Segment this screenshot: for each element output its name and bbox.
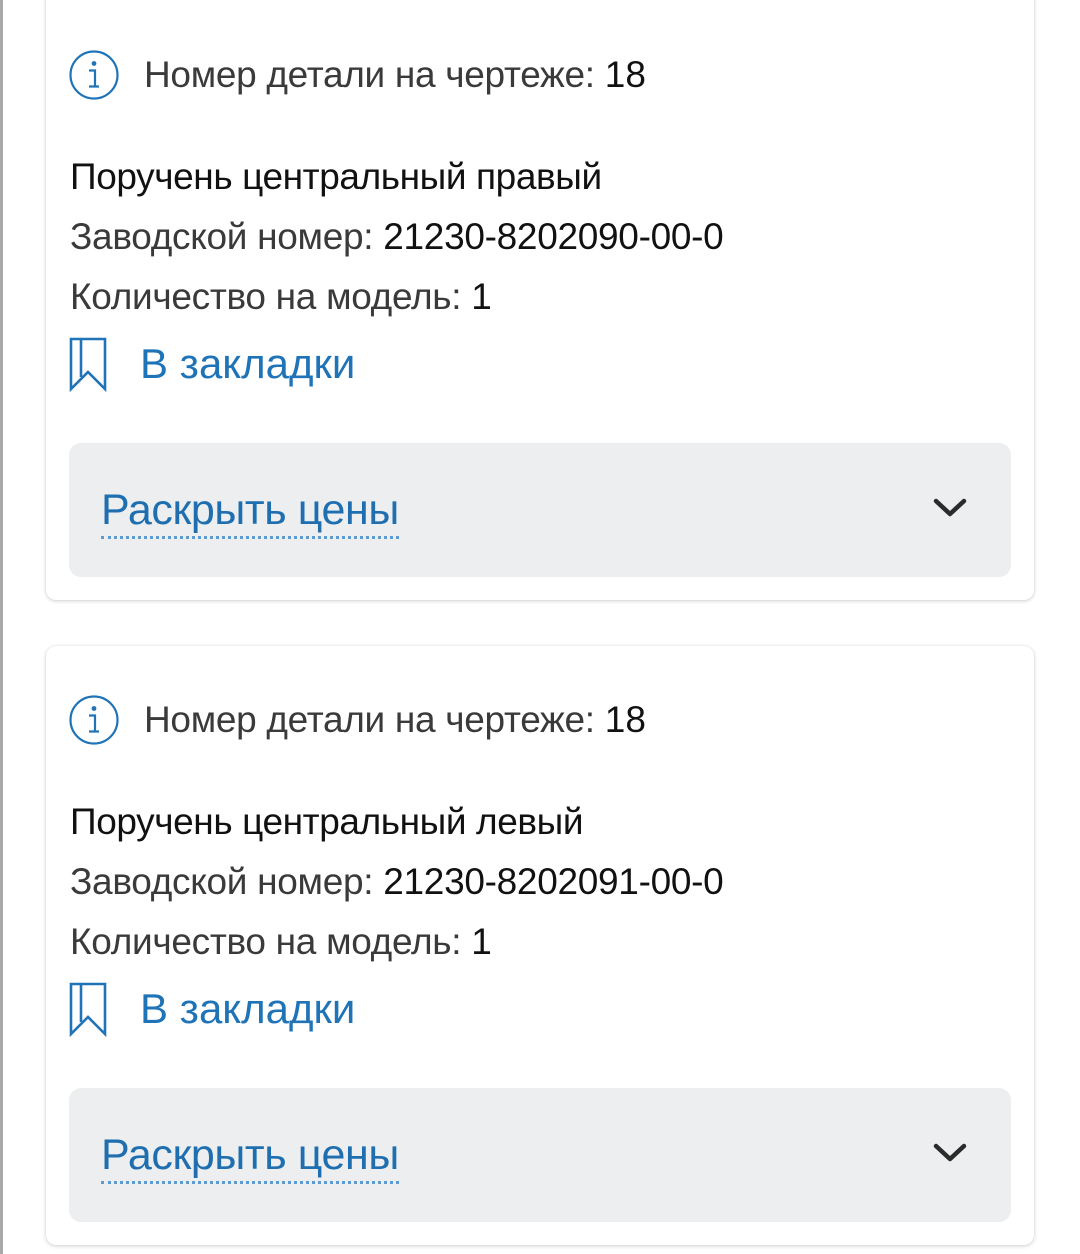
drawing-number-value: 18 bbox=[604, 699, 646, 740]
expand-prices-toggle[interactable]: Раскрыть цены bbox=[69, 1088, 1011, 1222]
drawing-number-label: Номер детали на чертеже: bbox=[144, 699, 595, 740]
quantity-label: Количество на модель: bbox=[70, 276, 462, 317]
info-icon bbox=[68, 49, 120, 101]
chevron-down-icon[interactable] bbox=[931, 1138, 969, 1168]
expand-prices-label[interactable]: Раскрыть цены bbox=[101, 485, 399, 539]
factory-number-row: Заводской номер: 21230-8202091-00-0 bbox=[70, 861, 724, 903]
quantity-row: Количество на модель: 1 bbox=[70, 276, 492, 318]
part-name: Поручень центральный левый bbox=[70, 801, 584, 842]
factory-number-label: Заводской номер: bbox=[70, 216, 374, 257]
part-card: Номер детали на чертеже: 18 Поручень цен… bbox=[46, 646, 1034, 1245]
drawing-number-row: Номер детали на чертеже: 18 bbox=[68, 47, 646, 103]
quantity-value: 1 bbox=[471, 921, 492, 962]
quantity-value: 1 bbox=[471, 276, 492, 317]
bookmark-icon bbox=[68, 981, 108, 1038]
part-card: Номер детали на чертеже: 18 Поручень цен… bbox=[46, 0, 1034, 600]
expand-prices-label[interactable]: Раскрыть цены bbox=[101, 1130, 399, 1184]
drawing-number-row: Номер детали на чертеже: 18 bbox=[68, 692, 646, 748]
bookmark-label: В закладки bbox=[140, 985, 356, 1032]
bookmark-icon bbox=[68, 336, 108, 393]
chevron-down-icon[interactable] bbox=[931, 493, 969, 523]
expand-prices-toggle[interactable]: Раскрыть цены bbox=[69, 443, 1011, 577]
bookmark-label: В закладки bbox=[140, 340, 356, 387]
factory-number-value: 21230-8202091-00-0 bbox=[383, 861, 724, 902]
quantity-label: Количество на модель: bbox=[70, 921, 462, 962]
factory-number-label: Заводской номер: bbox=[70, 861, 374, 902]
drawing-number-label: Номер детали на чертеже: bbox=[144, 54, 595, 95]
info-icon bbox=[68, 694, 120, 746]
factory-number-row: Заводской номер: 21230-8202090-00-0 bbox=[70, 216, 724, 258]
add-bookmark-button[interactable]: В закладки bbox=[68, 334, 355, 394]
quantity-row: Количество на модель: 1 bbox=[70, 921, 492, 963]
drawing-number-value: 18 bbox=[604, 54, 646, 95]
page-left-border bbox=[0, 0, 3, 1254]
add-bookmark-button[interactable]: В закладки bbox=[68, 979, 355, 1039]
part-name: Поручень центральный правый bbox=[70, 156, 602, 197]
factory-number-value: 21230-8202090-00-0 bbox=[383, 216, 724, 257]
